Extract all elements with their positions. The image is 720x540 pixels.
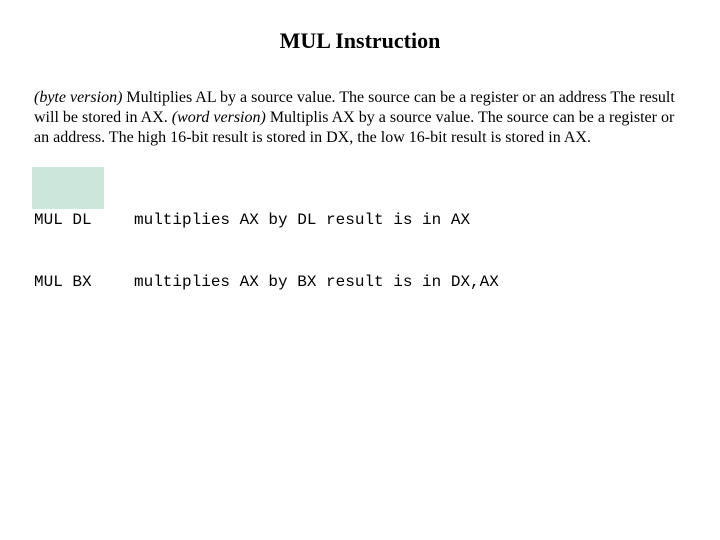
word-version-label: (word version) xyxy=(172,109,266,126)
code-row: MUL DLmultiplies AX by DL result is in A… xyxy=(34,210,499,231)
code-command: MUL BX xyxy=(34,272,134,293)
code-description: multiplies AX by DL result is in AX xyxy=(134,211,470,229)
document-page: MUL Instruction (byte version) Multiplie… xyxy=(0,0,720,540)
byte-version-label: (byte version) xyxy=(34,89,122,106)
code-command: MUL DL xyxy=(34,210,134,231)
code-example-block: MUL DLmultiplies AX by DL result is in A… xyxy=(34,168,499,334)
code-description: multiplies AX by BX result is in DX,AX xyxy=(134,273,499,291)
description-paragraph: (byte version) Multiplies AL by a source… xyxy=(34,88,686,148)
page-title: MUL Instruction xyxy=(0,28,720,54)
code-row: MUL BXmultiplies AX by BX result is in D… xyxy=(34,272,499,293)
